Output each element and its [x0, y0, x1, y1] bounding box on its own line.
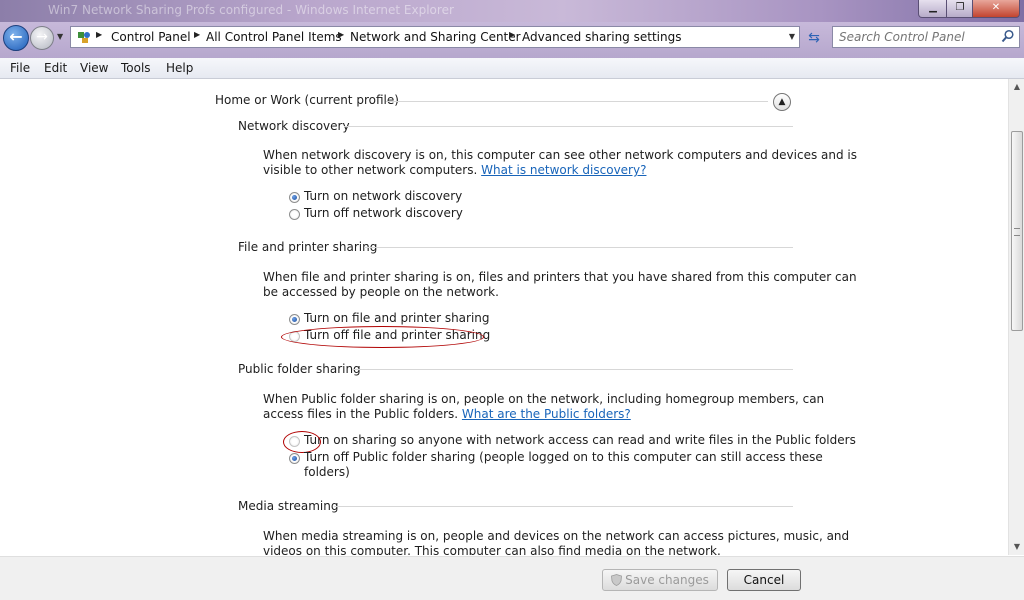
- section-divider: [344, 126, 793, 127]
- turn-off-file-printer-sharing-radio[interactable]: [289, 331, 300, 342]
- breadcrumb-arrow-icon[interactable]: ▶: [509, 30, 515, 39]
- uac-shield-icon: [611, 574, 623, 586]
- back-button[interactable]: ←: [3, 25, 29, 51]
- turn-off-public-folder-sharing-label[interactable]: Turn off Public folder sharing (people l…: [304, 450, 823, 480]
- vertical-scrollbar[interactable]: ▲ ▼: [1008, 79, 1024, 555]
- save-changes-button[interactable]: Save changes: [602, 569, 718, 591]
- navigation-bar: ← → ▼ ▶ Control Panel ▶ All Control Pane…: [0, 22, 1024, 58]
- public-folder-sharing-description: When Public folder sharing is on, people…: [263, 392, 825, 421]
- media-streaming-heading: Media streaming: [238, 499, 339, 513]
- window-title: Win7 Network Sharing Profs configured - …: [48, 3, 454, 17]
- public-folders-help-link[interactable]: What are the Public folders?: [462, 407, 631, 421]
- search-icon[interactable]: [1001, 29, 1015, 43]
- turn-on-file-printer-sharing-label[interactable]: Turn on file and printer sharing: [304, 311, 490, 326]
- control-panel-icon: [78, 32, 90, 43]
- menu-edit[interactable]: Edit: [44, 61, 67, 75]
- section-divider: [334, 506, 793, 507]
- turn-on-public-folder-sharing-label[interactable]: Turn on sharing so anyone with network a…: [304, 433, 856, 448]
- turn-on-network-discovery-radio[interactable]: [289, 192, 300, 203]
- refresh-icon: ⇆: [808, 30, 820, 46]
- forward-button[interactable]: →: [30, 26, 54, 50]
- breadcrumb-advanced-sharing[interactable]: Advanced sharing settings: [522, 30, 681, 44]
- file-printer-sharing-heading: File and printer sharing: [238, 240, 378, 254]
- breadcrumb-arrow-icon[interactable]: ▶: [194, 30, 200, 39]
- address-dropdown-icon[interactable]: ▼: [789, 32, 795, 41]
- maximize-icon: ❐: [955, 2, 965, 13]
- close-icon: ✕: [991, 2, 1001, 13]
- turn-on-public-folder-sharing-radio[interactable]: [289, 436, 300, 447]
- scrollbar-thumb[interactable]: [1011, 131, 1023, 331]
- turn-on-file-printer-sharing-radio[interactable]: [289, 314, 300, 325]
- chevron-up-icon: ▲: [778, 97, 786, 107]
- breadcrumb-arrow-icon[interactable]: ▶: [96, 30, 102, 39]
- menu-help[interactable]: Help: [166, 61, 193, 75]
- turn-off-network-discovery-label[interactable]: Turn off network discovery: [304, 206, 463, 221]
- cancel-button[interactable]: Cancel: [727, 569, 801, 591]
- menu-file[interactable]: File: [10, 61, 30, 75]
- section-divider: [364, 247, 793, 248]
- profile-divider: [386, 101, 768, 102]
- address-bar[interactable]: ▶ Control Panel ▶ All Control Panel Item…: [70, 26, 800, 48]
- media-streaming-description: When media streaming is on, people and d…: [263, 529, 850, 555]
- network-discovery-description: When network discovery is on, this compu…: [263, 148, 857, 177]
- menu-bar: File Edit View Tools Help: [0, 58, 1024, 79]
- turn-off-network-discovery-radio[interactable]: [289, 209, 300, 220]
- maximize-button[interactable]: ❐: [946, 0, 974, 18]
- recent-pages-dropdown-icon[interactable]: ▼: [57, 32, 63, 41]
- turn-off-file-printer-sharing-label[interactable]: Turn off file and printer sharing: [304, 328, 490, 343]
- search-input[interactable]: [839, 29, 999, 45]
- turn-on-network-discovery-label[interactable]: Turn on network discovery: [304, 189, 462, 204]
- network-discovery-help-link[interactable]: What is network discovery?: [481, 163, 646, 177]
- footer-bar: Save changes Cancel: [0, 556, 1024, 600]
- minimize-button[interactable]: ▁: [918, 0, 948, 18]
- profile-title: Home or Work (current profile): [215, 93, 399, 107]
- scroll-up-icon[interactable]: ▲: [1009, 79, 1024, 95]
- scroll-down-icon[interactable]: ▼: [1009, 539, 1024, 555]
- collapse-profile-button[interactable]: ▲: [773, 93, 791, 111]
- menu-view[interactable]: View: [80, 61, 108, 75]
- breadcrumb-network-sharing-center[interactable]: Network and Sharing Center: [350, 30, 521, 44]
- network-discovery-heading: Network discovery: [238, 119, 350, 133]
- breadcrumb-control-panel[interactable]: Control Panel: [111, 30, 191, 44]
- forward-arrow-icon: →: [36, 29, 48, 45]
- menu-tools[interactable]: Tools: [121, 61, 151, 75]
- file-printer-sharing-description: When file and printer sharing is on, fil…: [263, 270, 857, 299]
- turn-off-public-folder-sharing-radio[interactable]: [289, 453, 300, 464]
- section-divider: [352, 369, 793, 370]
- settings-content: Home or Work (current profile) ▲ Network…: [0, 79, 1008, 555]
- public-folder-sharing-heading: Public folder sharing: [238, 362, 361, 376]
- grip-icon: [1014, 228, 1020, 236]
- close-button[interactable]: ✕: [972, 0, 1020, 18]
- minimize-icon: ▁: [929, 2, 937, 13]
- title-bar[interactable]: Win7 Network Sharing Profs configured - …: [0, 0, 1024, 22]
- back-arrow-icon: ←: [9, 27, 23, 46]
- refresh-button[interactable]: ⇆: [804, 28, 824, 48]
- search-box[interactable]: [832, 26, 1020, 48]
- breadcrumb-all-items[interactable]: All Control Panel Items: [206, 30, 342, 44]
- breadcrumb-arrow-icon[interactable]: ▶: [338, 30, 344, 39]
